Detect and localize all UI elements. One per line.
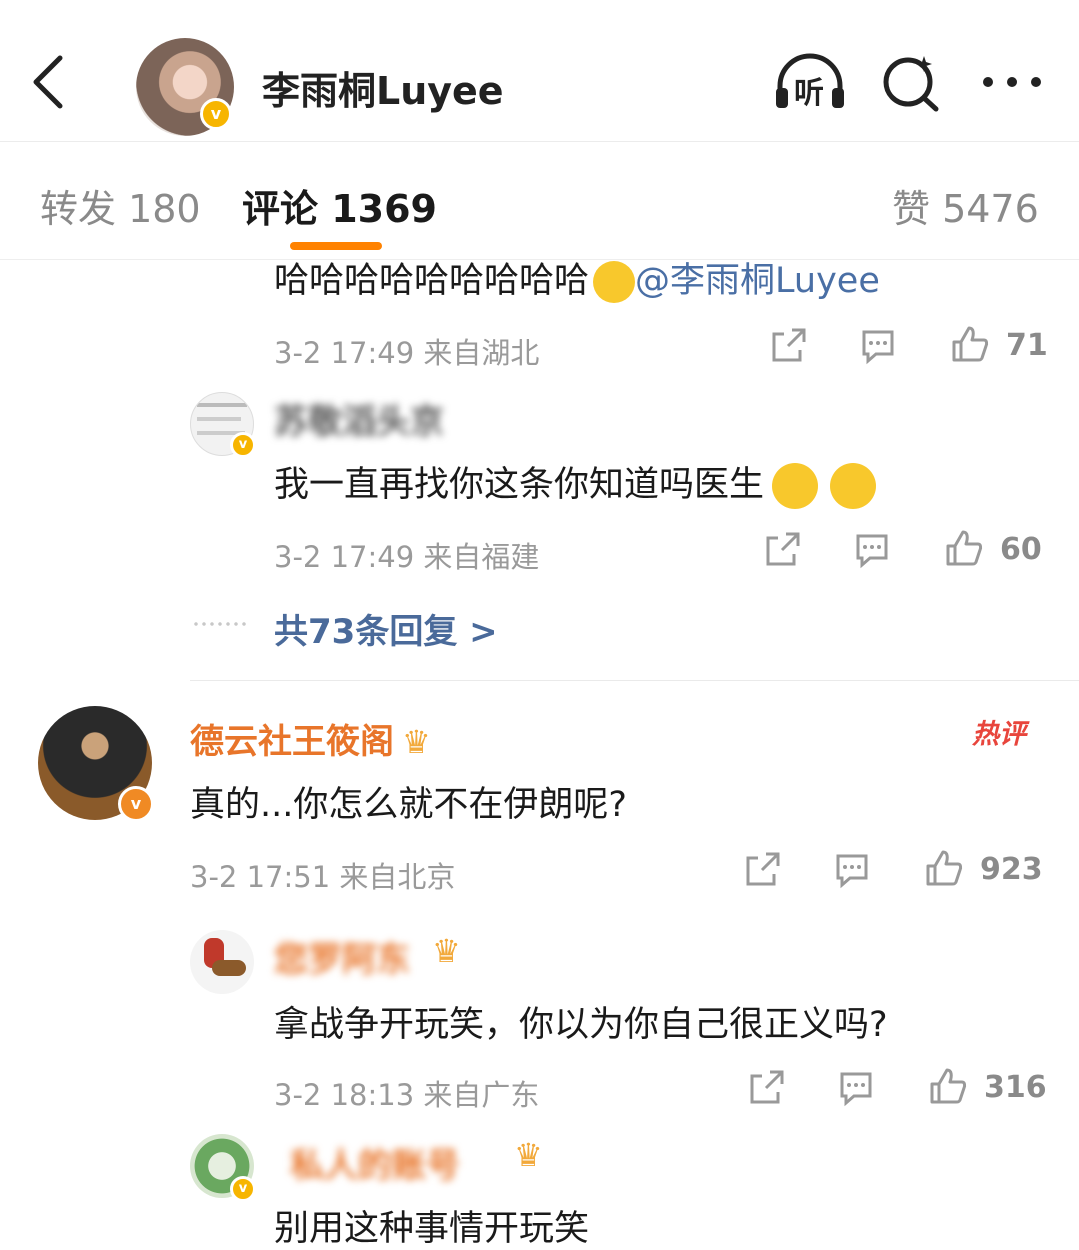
username[interactable]: 您罗阿东 — [274, 932, 410, 981]
user-avatar[interactable] — [190, 930, 254, 994]
like-icon[interactable] — [944, 528, 984, 568]
tab-comments[interactable]: 评论 1369 — [242, 178, 437, 233]
crown-icon: ♛ — [402, 723, 431, 761]
like-count: 60 — [1000, 532, 1042, 567]
crown-icon: ♛ — [514, 1136, 543, 1174]
comment-icon[interactable] — [832, 850, 872, 890]
tab-reposts[interactable]: 转发 180 — [40, 178, 201, 233]
crying-emoji-icon — [772, 463, 819, 509]
crown-icon: ♛ — [432, 932, 461, 970]
verified-badge-icon: v — [230, 432, 256, 458]
comment-icon[interactable] — [836, 1068, 876, 1108]
more-icon[interactable] — [980, 72, 1044, 92]
comment-icon[interactable] — [858, 326, 898, 366]
comment-icon[interactable] — [852, 530, 892, 570]
search-icon[interactable] — [880, 52, 942, 112]
page-title: 李雨桐Luyee — [262, 69, 504, 113]
verified-badge-icon: v — [200, 98, 232, 130]
listen-button[interactable]: 听 — [772, 52, 848, 112]
like-count: 71 — [1006, 328, 1048, 363]
dotted-separator — [192, 622, 248, 626]
divider — [190, 680, 1079, 681]
comment-text: 我一直再找你这条你知道吗医生 — [274, 456, 877, 509]
share-icon[interactable] — [762, 530, 802, 570]
listen-label: 听 — [794, 76, 824, 111]
like-count: 316 — [984, 1070, 1047, 1105]
like-count: 923 — [980, 852, 1043, 887]
username[interactable]: 私人的账号 — [290, 1138, 460, 1187]
crying-emoji-icon — [830, 463, 877, 509]
like-icon[interactable] — [950, 324, 990, 364]
share-icon[interactable] — [742, 850, 782, 890]
comment-text: 拿战争开玩笑，你以为你自己很正义吗? — [274, 1005, 888, 1045]
verified-badge-icon: v — [118, 786, 154, 822]
tab-likes[interactable]: 赞 5476 — [892, 178, 1039, 233]
comment-meta: 3-2 17:49 来自福建 — [274, 540, 540, 574]
share-icon[interactable] — [768, 326, 808, 366]
username[interactable]: 苏敬滔头京 — [274, 394, 444, 443]
mention-link[interactable]: @李雨桐Luyee — [635, 261, 880, 301]
active-tab-indicator — [290, 242, 382, 250]
like-icon[interactable] — [928, 1066, 968, 1106]
comment-text: 哈哈哈哈哈哈哈哈哈 @李雨桐Luyee — [274, 261, 880, 303]
comment-text: 别用这种事情开玩笑 — [274, 1209, 590, 1249]
verified-badge-icon: v — [230, 1176, 256, 1202]
hot-comment-badge: 热评 — [972, 719, 1026, 750]
comment-text: 真的...你怎么就不在伊朗呢? — [190, 785, 627, 825]
comment-meta: 3-2 17:49 来自湖北 — [274, 336, 540, 370]
comment-meta: 3-2 18:13 来自广东 — [274, 1078, 540, 1112]
tab-bar: 转发 180 评论 1369 赞 5476 — [0, 142, 1079, 260]
username[interactable]: 德云社王筱阁 ♛ — [190, 714, 431, 763]
view-replies-link[interactable]: 共73条回复 > — [274, 604, 498, 653]
top-bar: v 李雨桐Luyee 听 — [0, 0, 1079, 142]
share-icon[interactable] — [746, 1068, 786, 1108]
back-arrow-icon[interactable] — [28, 52, 68, 112]
like-icon[interactable] — [924, 848, 964, 888]
comment-meta: 3-2 17:51 来自北京 — [190, 860, 456, 894]
laughing-emoji-icon — [593, 261, 636, 303]
